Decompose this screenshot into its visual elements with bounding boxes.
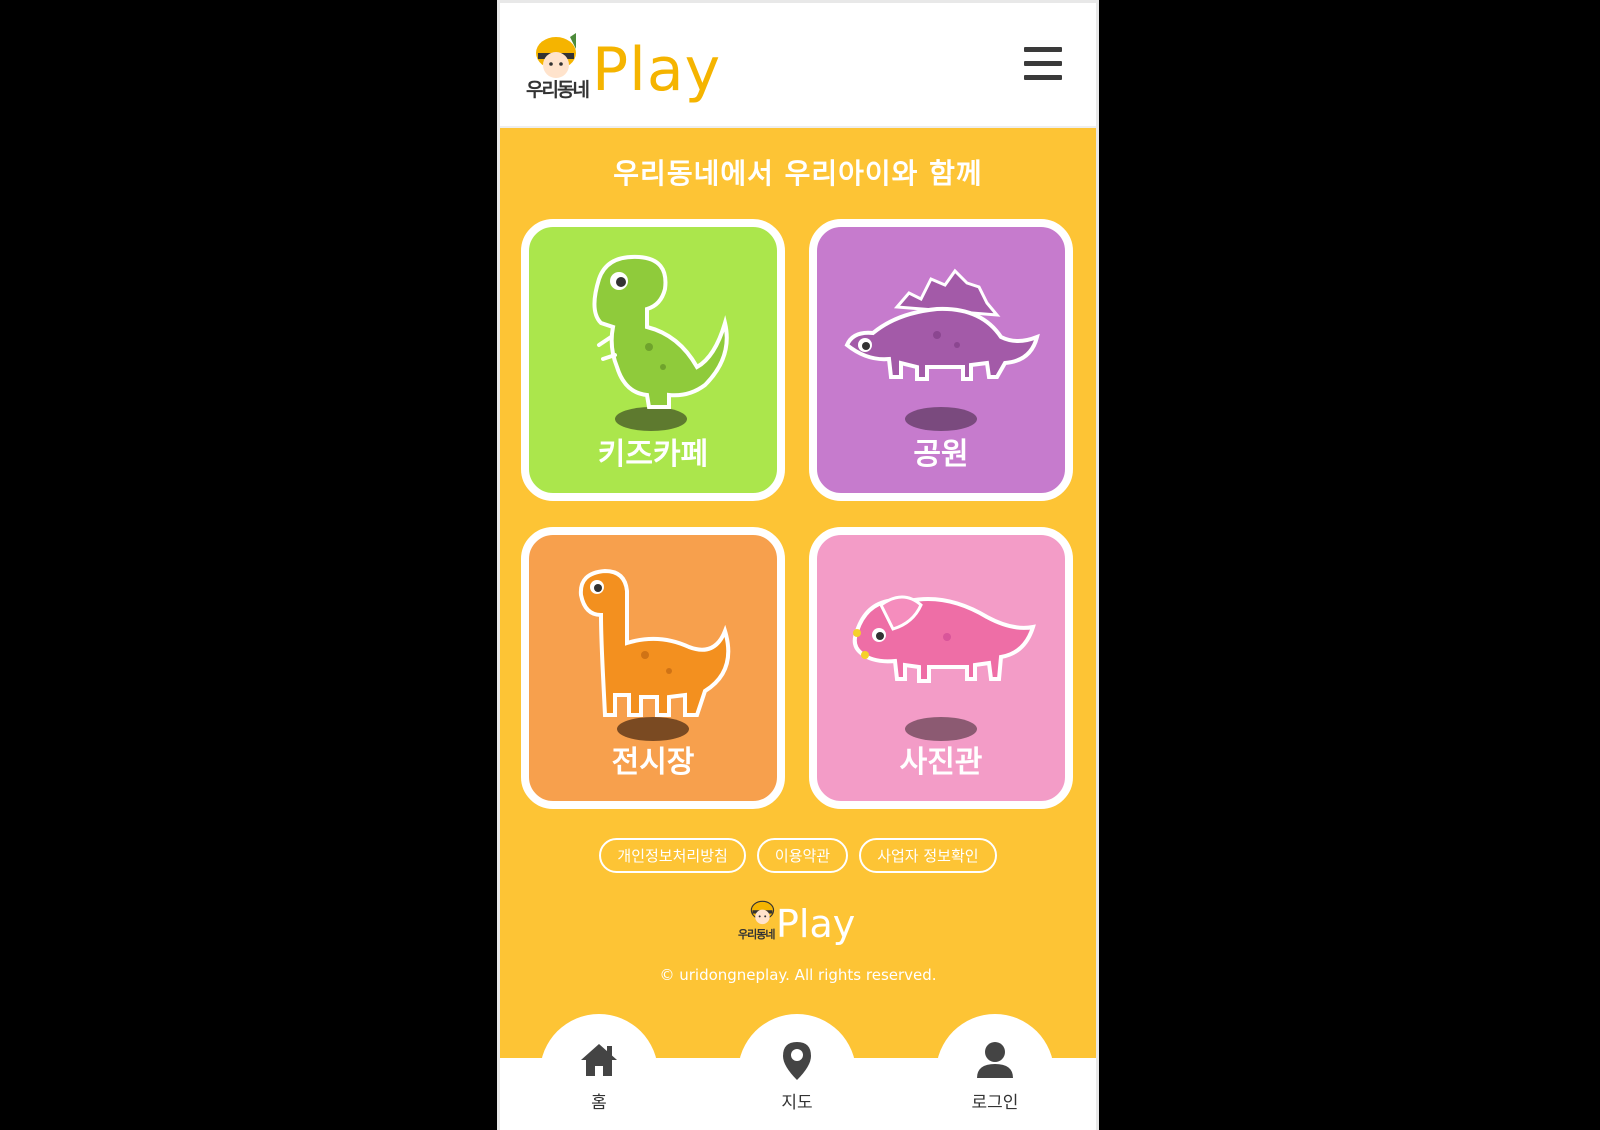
privacy-policy-link[interactable]: 개인정보처리방침 [599, 838, 746, 873]
nav-label: 홈 [591, 1093, 607, 1113]
nav-item-home[interactable]: 홈 [540, 1014, 658, 1130]
nav-item-map[interactable]: 지도 [738, 1014, 856, 1130]
hamburger-menu-icon[interactable] [1024, 47, 1062, 81]
category-label: 사진관 [899, 745, 983, 780]
map-pin-icon [783, 1042, 811, 1080]
header-bar: 우리동네 Play [500, 0, 1096, 128]
user-icon [977, 1042, 1013, 1078]
brand-play-text: Play [592, 35, 722, 105]
menu-line [1024, 61, 1062, 66]
footer-brand-logo: 우리동네 Play [738, 896, 858, 952]
copyright-text: © uridongneplay. All rights reserved. [659, 966, 937, 984]
brand-logo[interactable]: 우리동네 Play [526, 23, 746, 113]
category-label: 키즈카페 [597, 437, 709, 472]
category-label: 공원 [913, 437, 969, 472]
category-label: 전시장 [611, 745, 695, 780]
menu-line [1024, 75, 1062, 80]
app-screen: 우리동네 Play 우리동네에서 우리아이와 함께 키즈카페 공원 전시장 사진… [497, 0, 1099, 1130]
menu-line [1024, 47, 1062, 52]
category-card-exhibition[interactable]: 전시장 [521, 527, 785, 809]
tagline: 우리동네에서 우리아이와 함께 [613, 157, 983, 190]
category-card-kids-cafe[interactable]: 키즈카페 [521, 219, 785, 501]
business-info-link[interactable]: 사업자 정보확인 [859, 838, 997, 873]
nav-label: 로그인 [971, 1093, 1019, 1113]
footer-brand-play-text: Play [776, 902, 856, 946]
terms-link[interactable]: 이용약관 [756, 838, 849, 873]
nav-label: 지도 [781, 1093, 813, 1113]
nav-item-login[interactable]: 로그인 [936, 1014, 1054, 1130]
brand-small-text: 우리동네 [526, 79, 590, 101]
home-icon [581, 1044, 617, 1076]
footer-links: 개인정보처리방침 이용약관 사업자 정보확인 [500, 838, 1096, 873]
footer-brand-small-text: 우리동네 [738, 928, 775, 941]
category-card-park[interactable]: 공원 [809, 219, 1073, 501]
category-card-photo-studio[interactable]: 사진관 [809, 527, 1073, 809]
